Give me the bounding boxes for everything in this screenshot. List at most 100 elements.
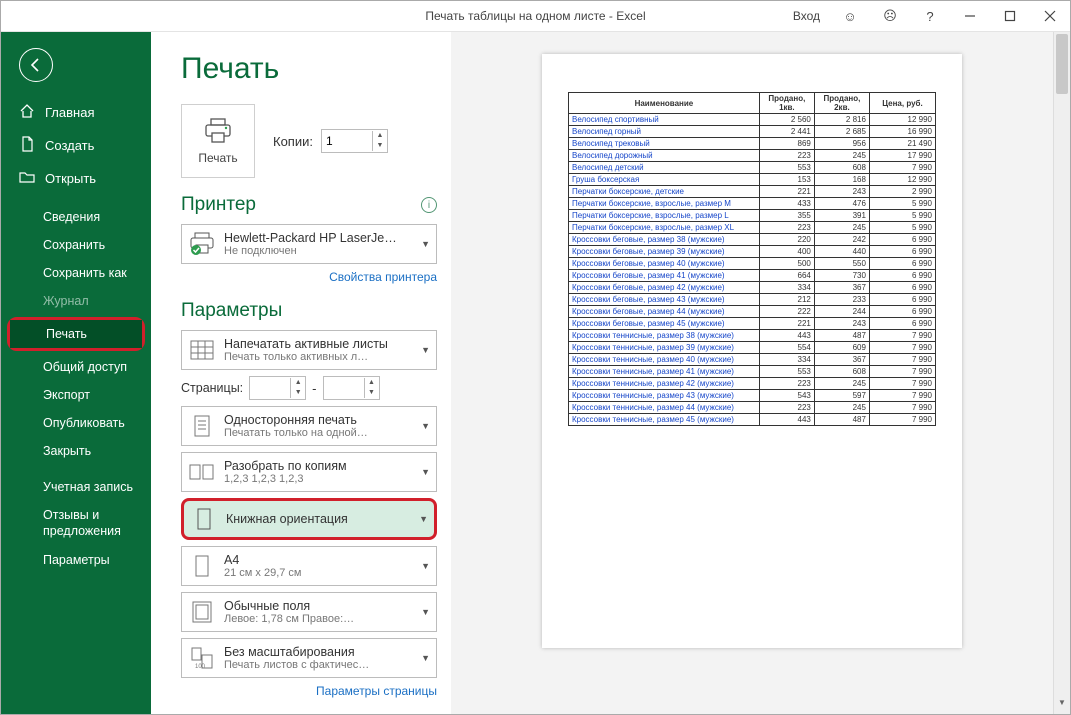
paper-size-selector[interactable]: A421 см x 29,7 см ▼ [181, 546, 437, 586]
sidebar-item-label: Открыть [45, 171, 96, 186]
orientation-selector[interactable]: Книжная ориентация ▼ [181, 498, 437, 540]
annotation-highlight-print: Печать [7, 317, 145, 351]
print-button[interactable]: Печать [181, 104, 255, 178]
spin-down-icon[interactable]: ▼ [365, 388, 379, 398]
face-frown-icon[interactable]: ☹ [870, 1, 910, 31]
sidebar-item-label: Сохранить [43, 238, 105, 252]
sidebar-item-label: Создать [45, 138, 94, 153]
svg-text:100: 100 [195, 664, 206, 670]
printer-properties-link[interactable]: Свойства принтера [181, 270, 437, 284]
preview-scroll-area[interactable]: НаименованиеПродано, 1кв.Продано, 2кв.Це… [451, 32, 1053, 714]
spin-down-icon[interactable]: ▼ [291, 388, 305, 398]
collate-selector[interactable]: Разобрать по копиям1,2,3 1,2,3 1,2,3 ▼ [181, 452, 437, 492]
close-button[interactable] [1030, 1, 1070, 31]
sidebar-item-print[interactable]: Печать [10, 320, 142, 348]
sidebar-item-home[interactable]: Главная [1, 96, 151, 129]
margins-icon [188, 598, 216, 626]
sidebar-item-label: Параметры [43, 553, 110, 567]
sidebar-item-label: Печать [46, 327, 87, 341]
scale-icon: 100 [188, 644, 216, 672]
sidebar-item-info[interactable]: Сведения [1, 203, 151, 231]
open-folder-icon [19, 169, 35, 188]
printer-name: Hewlett-Packard HP LaserJe… [224, 231, 409, 245]
scaling-selector[interactable]: 100 Без масштабированияПечать листов с ф… [181, 638, 437, 678]
print-settings-pane: Печать Печать Копии: ▲ [151, 32, 451, 714]
chevron-down-icon: ▼ [421, 421, 430, 431]
excel-backstage-window: Печать таблицы на одном листе - Excel Вх… [0, 0, 1071, 715]
info-icon[interactable]: i [421, 197, 437, 213]
copies-label: Копии: [273, 134, 313, 149]
pages-sep: - [312, 381, 316, 396]
chevron-down-icon: ▼ [421, 239, 430, 249]
sidebar-item-label: Журнал [43, 294, 89, 308]
print-preview-pane: НаименованиеПродано, 1кв.Продано, 2кв.Це… [451, 32, 1070, 714]
sidebar-item-account[interactable]: Учетная запись [1, 473, 151, 501]
backstage-sidebar: Главная Создать Открыть Сведения Сохрани… [1, 32, 151, 714]
help-icon[interactable]: ? [910, 1, 950, 31]
page-setup-link[interactable]: Параметры страницы [181, 684, 437, 698]
chevron-down-icon: ▼ [421, 561, 430, 571]
scrollbar-thumb[interactable] [1056, 34, 1068, 94]
spin-up-icon[interactable]: ▲ [373, 131, 387, 141]
page-from-input[interactable]: ▲▼ [249, 376, 306, 400]
page-icon [188, 552, 216, 580]
sidebar-item-label: Главная [45, 105, 94, 120]
minimize-button[interactable] [950, 1, 990, 31]
preview-table: НаименованиеПродано, 1кв.Продано, 2кв.Це… [568, 92, 936, 426]
print-button-label: Печать [198, 151, 237, 165]
spin-up-icon[interactable]: ▲ [291, 378, 305, 388]
copies-input[interactable]: ▲ ▼ [321, 129, 388, 153]
preview-page: НаименованиеПродано, 1кв.Продано, 2кв.Це… [542, 54, 962, 648]
sheets-icon [188, 336, 216, 364]
collate-icon [188, 458, 216, 486]
print-what-selector[interactable]: Напечатать активные листыПечать только а… [181, 330, 437, 370]
sidebar-item-export[interactable]: Экспорт [1, 381, 151, 409]
printer-icon [203, 118, 233, 147]
back-button[interactable] [19, 48, 53, 82]
spin-up-icon[interactable]: ▲ [365, 378, 379, 388]
spin-down-icon[interactable]: ▼ [373, 141, 387, 151]
sides-selector[interactable]: Односторонняя печатьПечатать только на о… [181, 406, 437, 446]
pages-label: Страницы: [181, 381, 243, 395]
sidebar-item-label: Учетная запись [43, 480, 133, 494]
margins-selector[interactable]: Обычные поляЛевое: 1,78 см Правое:… ▼ [181, 592, 437, 632]
new-file-icon [19, 136, 35, 155]
chevron-down-icon: ▼ [421, 653, 430, 663]
sidebar-item-open[interactable]: Открыть [1, 162, 151, 195]
sidebar-item-label: Отзывы и предложения [43, 508, 137, 539]
chevron-down-icon: ▼ [421, 467, 430, 477]
sidebar-item-label: Экспорт [43, 388, 90, 402]
sidebar-item-options[interactable]: Параметры [1, 546, 151, 574]
scroll-down-icon[interactable]: ▼ [1054, 698, 1070, 714]
copies-field[interactable] [322, 131, 372, 151]
sign-in-link[interactable]: Вход [787, 9, 826, 23]
sidebar-item-label: Сведения [43, 210, 100, 224]
print-main: Печать Печать Копии: ▲ [151, 32, 1070, 714]
chevron-down-icon: ▼ [421, 345, 430, 355]
settings-heading: Параметры [181, 300, 282, 322]
printer-status: Не подключен [224, 245, 409, 257]
chevron-down-icon: ▼ [421, 607, 430, 617]
portrait-icon [190, 505, 218, 533]
sidebar-item-label: Опубликовать [43, 416, 125, 430]
printer-heading: Принтер [181, 194, 256, 216]
page-single-icon [188, 412, 216, 440]
face-smile-icon[interactable]: ☺ [830, 1, 870, 31]
maximize-button[interactable] [990, 1, 1030, 31]
sidebar-item-feedback[interactable]: Отзывы и предложения [1, 501, 151, 546]
home-icon [19, 103, 35, 122]
sidebar-item-history[interactable]: Журнал [1, 287, 151, 315]
sidebar-item-save[interactable]: Сохранить [1, 231, 151, 259]
vertical-scrollbar[interactable]: ▲ ▼ [1053, 32, 1070, 714]
sidebar-item-close[interactable]: Закрыть [1, 437, 151, 465]
sidebar-item-share[interactable]: Общий доступ [1, 353, 151, 381]
printer-status-icon [188, 230, 216, 258]
printer-selector[interactable]: Hewlett-Packard HP LaserJe… Не подключен… [181, 224, 437, 264]
sidebar-item-label: Сохранить как [43, 266, 127, 280]
sidebar-item-new[interactable]: Создать [1, 129, 151, 162]
sidebar-item-label: Общий доступ [43, 360, 127, 374]
sidebar-item-publish[interactable]: Опубликовать [1, 409, 151, 437]
page-title: Печать [181, 52, 437, 86]
page-to-input[interactable]: ▲▼ [323, 376, 380, 400]
sidebar-item-saveas[interactable]: Сохранить как [1, 259, 151, 287]
